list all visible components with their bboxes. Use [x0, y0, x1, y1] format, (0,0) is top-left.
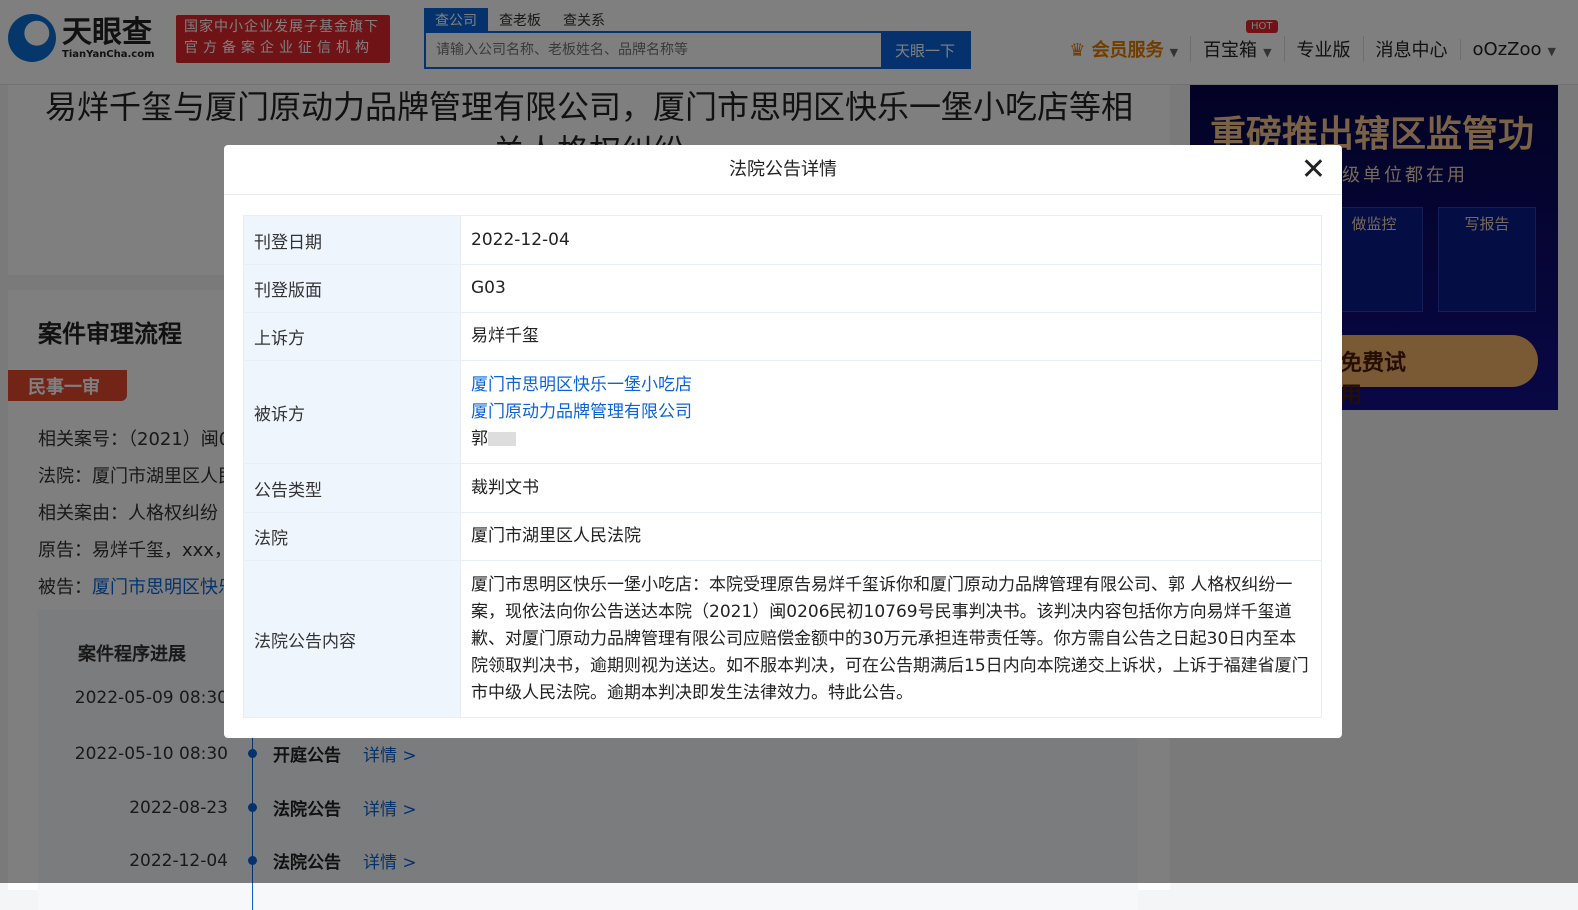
defendant-link-2[interactable]: 厦门原动力品牌管理有限公司	[471, 399, 1311, 426]
table-row: 上诉方 易烊千玺	[243, 312, 1322, 361]
row-label: 刊登日期	[243, 215, 461, 265]
row-value: G03	[460, 264, 1322, 313]
modal-title: 法院公告详情	[729, 159, 837, 180]
row-label: 法院	[243, 512, 461, 561]
table-row: 刊登日期 2022-12-04	[243, 215, 1322, 265]
redacted-mask	[488, 431, 516, 446]
notice-content: 厦门市思明区快乐一堡小吃店：本院受理原告易烊千玺诉你和厦门原动力品牌管理有限公司…	[460, 560, 1322, 718]
table-row: 被诉方 厦门市思明区快乐一堡小吃店 厦门原动力品牌管理有限公司郭	[243, 360, 1322, 464]
defendant-3: 郭	[471, 428, 488, 449]
row-label: 公告类型	[243, 463, 461, 513]
table-row: 公告类型 裁判文书	[243, 463, 1322, 513]
row-label: 刊登版面	[243, 264, 461, 313]
table-row: 法院 厦门市湖里区人民法院	[243, 512, 1322, 561]
table-row: 法院公告内容 厦门市思明区快乐一堡小吃店：本院受理原告易烊千玺诉你和厦门原动力品牌…	[243, 560, 1322, 718]
row-label: 被诉方	[243, 360, 461, 464]
row-value: 厦门市湖里区人民法院	[460, 512, 1322, 561]
notice-table: 刊登日期 2022-12-04 刊登版面 G03 上诉方 易烊千玺 被诉方 厦门市思明区…	[243, 215, 1322, 718]
table-row: 刊登版面 G03	[243, 264, 1322, 313]
row-label: 法院公告内容	[243, 560, 461, 718]
row-value: 易烊千玺	[460, 312, 1322, 361]
row-value: 2022-12-04	[460, 215, 1322, 265]
defendant-link-1[interactable]: 厦门市思明区快乐一堡小吃店	[471, 372, 1311, 399]
row-label: 上诉方	[243, 312, 461, 361]
close-icon[interactable]: ✕	[1301, 145, 1326, 195]
court-notice-modal: 法院公告详情 ✕ 刊登日期 2022-12-04 刊登版面 G03 上诉方 易烊千玺 被…	[224, 145, 1342, 738]
row-value: 裁判文书	[460, 463, 1322, 513]
